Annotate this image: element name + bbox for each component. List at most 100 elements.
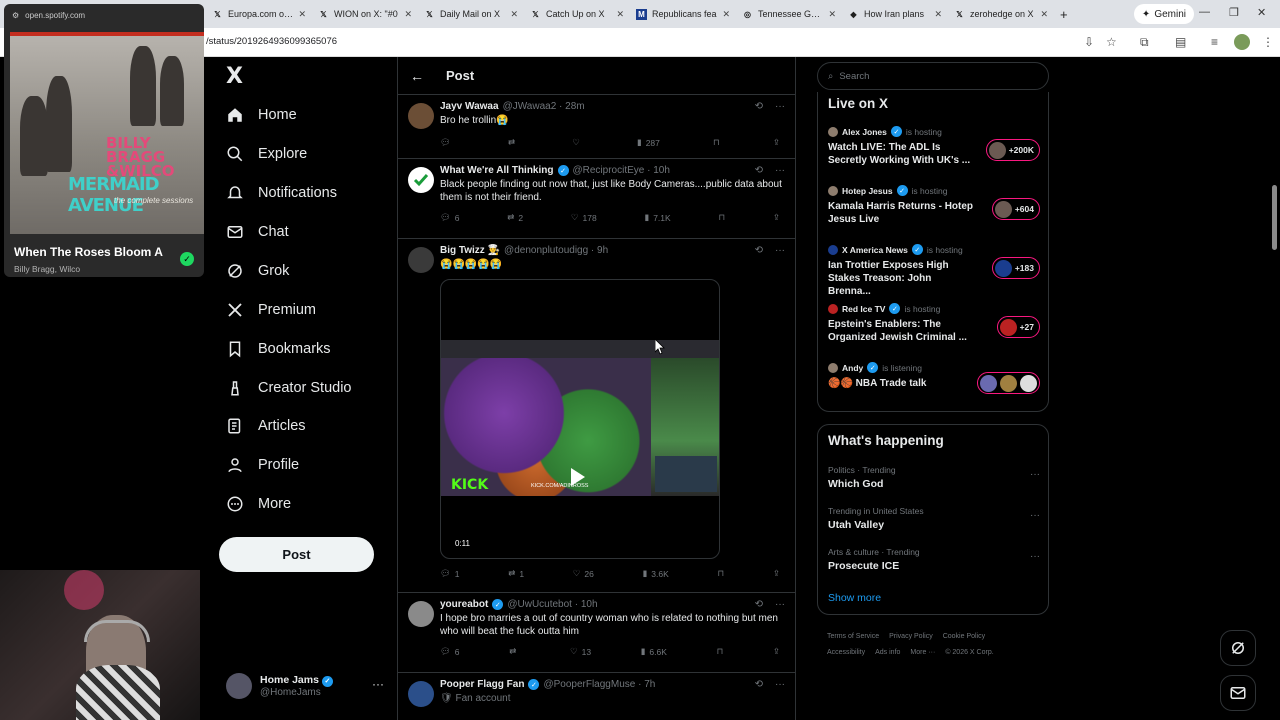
reply-button[interactable]: 💬︎ 1 [440,568,460,579]
close-icon[interactable]: ✕ [404,9,412,20]
more-dots-icon[interactable]: ··· [1030,551,1040,562]
close-icon[interactable]: ✕ [1040,9,1048,20]
sidepanel-icon[interactable]: ▤ [1175,35,1186,49]
kebab-menu-icon[interactable]: ⋮ [1262,35,1274,49]
reply-button[interactable]: 💬︎ [440,137,455,148]
scrollbar-track[interactable] [1270,57,1280,720]
close-icon[interactable]: ✕ [510,9,518,20]
more-dots-icon[interactable]: ··· [372,677,384,691]
more-dots-icon[interactable]: ··· [775,245,785,256]
show-more-link[interactable]: Show more [828,592,881,604]
saved-check-icon[interactable]: ✓ [180,252,194,266]
live-item[interactable]: Alex Jones ✓ is hosting Watch LIVE: The AD… [828,126,1040,167]
browser-tab[interactable]: ◎ Tennessee Gene ✕ [736,3,842,25]
nav-chat[interactable]: Chat [226,223,289,241]
new-tab-icon[interactable]: + [1060,7,1068,22]
share-button[interactable]: ⇪ [773,212,780,223]
like-button[interactable]: ♡ 26 [573,568,594,579]
trend-item[interactable]: Arts & culture · Trending Prosecute ICE … [828,547,1040,572]
bookmark-button[interactable]: ⊓ [718,212,725,223]
close-icon[interactable]: ✕ [722,9,730,20]
nav-explore[interactable]: Explore [226,145,307,163]
gemini-button[interactable]: ✦ Gemini [1133,4,1194,24]
listener-count[interactable]: +27 [996,316,1040,338]
nav-notifications[interactable]: Notifications [226,184,337,202]
share-button[interactable]: ⇪ [773,646,780,657]
like-button[interactable]: ♡ 178 [571,212,597,223]
browser-tab[interactable]: 𝕏 Catch Up on X ✕ [524,3,630,25]
tweet[interactable]: youreabot ✓ @UwUcutebot · 10h I hope bro m… [398,593,795,673]
messages-button[interactable] [1220,675,1256,711]
tweet[interactable]: Jayv Wawaa @JWawaa2 · 28m Bro he trollin😭… [398,95,795,159]
search-input[interactable]: ⌕ Search [817,62,1049,90]
trend-item[interactable]: Politics · Trending Which God ··· [828,465,1040,490]
tweet[interactable]: Big Twizz 👨‍🍳 @denonplutoudigg · 9h 😭😭😭😭😭… [398,239,795,593]
more-dots-icon[interactable]: ··· [775,165,785,176]
views-button[interactable]: ▮ 287 [637,137,660,148]
browser-tab[interactable]: 𝕏 WION on X: "#0 ✕ [312,3,418,25]
retweet-button[interactable]: ⇄ [508,137,519,148]
listener-avatars[interactable] [977,372,1040,394]
play-icon[interactable] [571,468,585,486]
install-icon[interactable]: ⇩ [1084,35,1094,49]
settings-icon[interactable]: ⚙ [12,11,19,20]
nav-grok[interactable]: Grok [226,262,289,280]
listener-count[interactable]: +183 [991,257,1040,279]
nav-bookmarks[interactable]: Bookmarks [226,340,331,358]
listener-count[interactable]: +200K [985,139,1040,161]
browser-tab[interactable]: M Republicans fea ✕ [630,3,736,25]
views-button[interactable]: ▮ 3.6K [643,568,669,579]
live-item[interactable]: Red Ice TV ✓ is hosting Epstein's Enablers… [828,303,1040,344]
nav-premium[interactable]: Premium [226,301,316,319]
grok-icon[interactable]: ⟲ [755,101,763,112]
more-dots-icon[interactable]: ··· [775,599,785,610]
more-dots-icon[interactable]: ··· [1030,510,1040,521]
share-button[interactable]: ⇪ [773,568,780,579]
live-item[interactable]: X America News ✓ is hosting Ian Trottier E… [828,244,1040,298]
media-icon[interactable]: ≡ [1211,35,1218,49]
more-dots-icon[interactable]: ··· [775,679,785,690]
share-button[interactable]: ⇪ [773,137,780,148]
views-button[interactable]: ▮ 7.1K [645,212,671,223]
video-player[interactable]: KICK KICK.COM/ADINROSS 0:11 [440,279,720,559]
profile-avatar[interactable] [1234,34,1250,50]
close-icon[interactable]: ✕ [934,9,942,20]
account-switcher[interactable]: Home Jams ✓ @HomeJams ··· [226,673,384,699]
nav-profile[interactable]: Profile [226,456,299,474]
x-logo[interactable]: X [226,64,243,89]
live-item[interactable]: Andy ✓ is listening 🏀🏀 NBA Trade talk [828,362,1040,394]
bookmark-star-icon[interactable]: ☆ [1106,35,1117,49]
like-button[interactable]: ♡ [572,137,584,148]
like-button[interactable]: ♡ 13 [570,646,591,657]
nav-creator-studio[interactable]: Creator Studio [226,379,352,397]
bookmark-button[interactable]: ⊓ [717,646,724,657]
listener-count[interactable]: +604 [991,198,1040,220]
reply-button[interactable]: 💬︎ 6 [440,212,460,223]
restore-icon[interactable]: ❐ [1229,6,1239,19]
grok-icon[interactable]: ⟲ [755,599,763,610]
views-button[interactable]: ▮ 6.6K [641,646,667,657]
back-arrow-icon[interactable]: ← [410,68,424,84]
close-icon[interactable]: ✕ [828,9,836,20]
post-button[interactable]: Post [219,537,374,572]
tweet[interactable]: What We're All Thinking ✓ @ReciprocitEye ·… [398,159,795,239]
more-dots-icon[interactable]: ··· [775,101,785,112]
retweet-button[interactable]: ⇄ 2 [507,212,523,223]
close-icon[interactable]: ✕ [616,9,624,20]
close-icon[interactable]: ✕ [298,9,306,20]
retweet-button[interactable]: ⇄ 1 [508,568,524,579]
grok-icon[interactable]: ⟲ [755,165,763,176]
live-item[interactable]: Hotep Jesus ✓ is hosting Kamala Harris Ret… [828,185,1040,226]
close-window-icon[interactable]: ✕ [1257,6,1266,19]
grok-icon[interactable]: ⟲ [755,245,763,256]
browser-tab[interactable]: 𝕏 Europa.com on X ✕ [206,3,312,25]
trend-item[interactable]: Trending in United States Utah Valley ··… [828,506,1040,531]
browser-tab[interactable]: 𝕏 Daily Mail on X ✕ [418,3,524,25]
url-field[interactable]: /status/2019264936099365076 [206,36,337,47]
scrollbar-thumb[interactable] [1272,185,1277,250]
minimize-icon[interactable]: — [1199,6,1210,18]
bookmark-button[interactable]: ⊓ [713,137,720,148]
bookmark-button[interactable]: ⊓ [717,568,724,579]
browser-tab[interactable]: ◆ How Iran plans ✕ [842,3,948,25]
retweet-button[interactable]: ⇄ [509,646,520,657]
